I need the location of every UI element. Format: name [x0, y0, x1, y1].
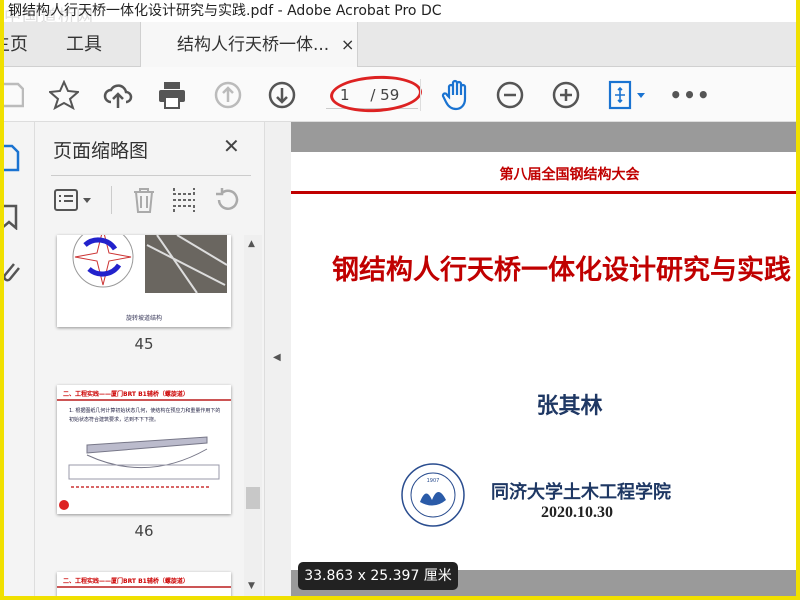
next-page-icon[interactable]	[266, 79, 298, 111]
presentation-date: 2020.10.30	[541, 504, 613, 521]
thumbnail-label: 46	[134, 522, 154, 540]
more-tools-icon[interactable]: •••	[669, 79, 709, 111]
title-bar: 钢结构人行天桥一体化设计研究与实践.pdf - Adobe Acrobat Pr…	[4, 0, 796, 22]
divider	[420, 79, 421, 111]
panel-close-button[interactable]: ✕	[223, 134, 240, 158]
document-view[interactable]: 第八届全国钢结构大会 钢结构人行天桥一体化设计研究与实践 张其林 1907 同济…	[291, 122, 796, 596]
navigation-strip	[4, 122, 35, 596]
thumbnail-caption: 旋转坡道结构	[125, 315, 162, 322]
bookmarks-icon[interactable]	[4, 204, 20, 234]
tab-document-label: 结构人行天桥一体...	[177, 35, 330, 55]
divider	[51, 175, 251, 176]
window-title: 钢结构人行天桥一体化设计研究与实践.pdf - Adobe Acrobat Pr…	[8, 3, 442, 19]
collapse-panel-icon[interactable]: ◀	[273, 352, 281, 363]
thumbnail-page-47[interactable]: 二、工程实践——厦门BRT B1辅桥（螺旋道）	[57, 572, 231, 596]
conference-name: 第八届全国钢结构大会	[499, 167, 640, 183]
previous-page-icon[interactable]	[212, 79, 244, 111]
bookmark-star-icon[interactable]	[48, 79, 80, 111]
thumbnail-heading: 二、工程实践——厦门BRT B1辅桥（螺旋道）	[63, 578, 189, 585]
divider	[57, 399, 231, 401]
tab-tools[interactable]: 工具	[66, 22, 102, 67]
save-icon[interactable]	[4, 79, 28, 111]
tab-document[interactable]: 结构人行天桥一体... ×	[140, 22, 358, 68]
thumbnails-panel: 页面缩略图 ✕ 旋转坡道结构 45 二、工程实践——厦门BRT B1辅桥（螺旋道…	[35, 122, 264, 596]
thumbnail-text: 1. 根据图纸几何计算初始状态几何，使结构在预应力和重量作用下的初始状态符合建筑…	[69, 408, 221, 423]
pdf-page: 第八届全国钢结构大会 钢结构人行天桥一体化设计研究与实践 张其林 1907 同济…	[291, 152, 796, 570]
panel-title: 页面缩略图	[53, 140, 149, 162]
thumbnail-page-46[interactable]: 二、工程实践——厦门BRT B1辅桥（螺旋道） 1. 根据图纸几何计算初始状态几…	[57, 385, 231, 514]
thumbnail-label: 45	[134, 335, 154, 353]
document-title: 钢结构人行天桥一体化设计研究与实践	[332, 255, 791, 286]
svg-text:1907: 1907	[427, 478, 440, 484]
institution: 同济大学土木工程学院	[491, 482, 671, 503]
extract-page-icon[interactable]	[171, 186, 197, 218]
divider	[111, 186, 112, 214]
print-icon[interactable]	[156, 79, 188, 111]
fit-page-dropdown[interactable]	[606, 79, 650, 111]
divider	[57, 586, 231, 588]
tab-bar: 主页 工具 结构人行天桥一体... ×	[4, 22, 796, 68]
zoom-in-icon[interactable]	[550, 79, 582, 111]
panel-collapse-strip[interactable]: ◀	[264, 122, 291, 596]
tab-close-button[interactable]: ×	[341, 22, 354, 67]
thumbnail-heading: 二、工程实践——厦门BRT B1辅桥（螺旋道）	[63, 391, 189, 398]
cloud-upload-icon[interactable]	[102, 79, 134, 111]
tongji-university-seal: 1907	[401, 463, 465, 527]
delete-page-icon[interactable]	[131, 186, 157, 218]
author-name: 张其林	[536, 394, 603, 419]
scroll-up-icon[interactable]: ▲	[248, 239, 255, 249]
zoom-out-icon[interactable]	[494, 79, 526, 111]
thumbnails-scrollbar[interactable]: ▲ ▼	[244, 235, 262, 596]
hand-tool-icon[interactable]	[440, 79, 472, 111]
attachments-icon[interactable]	[4, 258, 20, 288]
toolbar: 1 / 59 •••	[4, 67, 796, 122]
tab-home[interactable]: 主页	[4, 22, 28, 67]
page-thumbnails-icon[interactable]	[4, 144, 20, 176]
thumbnail-diagram	[59, 436, 220, 510]
thumbnail-options-icon[interactable]	[53, 188, 97, 216]
header-rule	[291, 191, 796, 194]
thumbnail-page-45[interactable]: 旋转坡道结构	[57, 235, 231, 327]
scrollbar-thumb[interactable]	[246, 487, 260, 509]
rotate-page-icon[interactable]	[213, 186, 241, 218]
scroll-down-icon[interactable]: ▼	[248, 581, 255, 591]
page-size-tooltip: 33.863 x 25.397 厘米	[298, 562, 458, 590]
